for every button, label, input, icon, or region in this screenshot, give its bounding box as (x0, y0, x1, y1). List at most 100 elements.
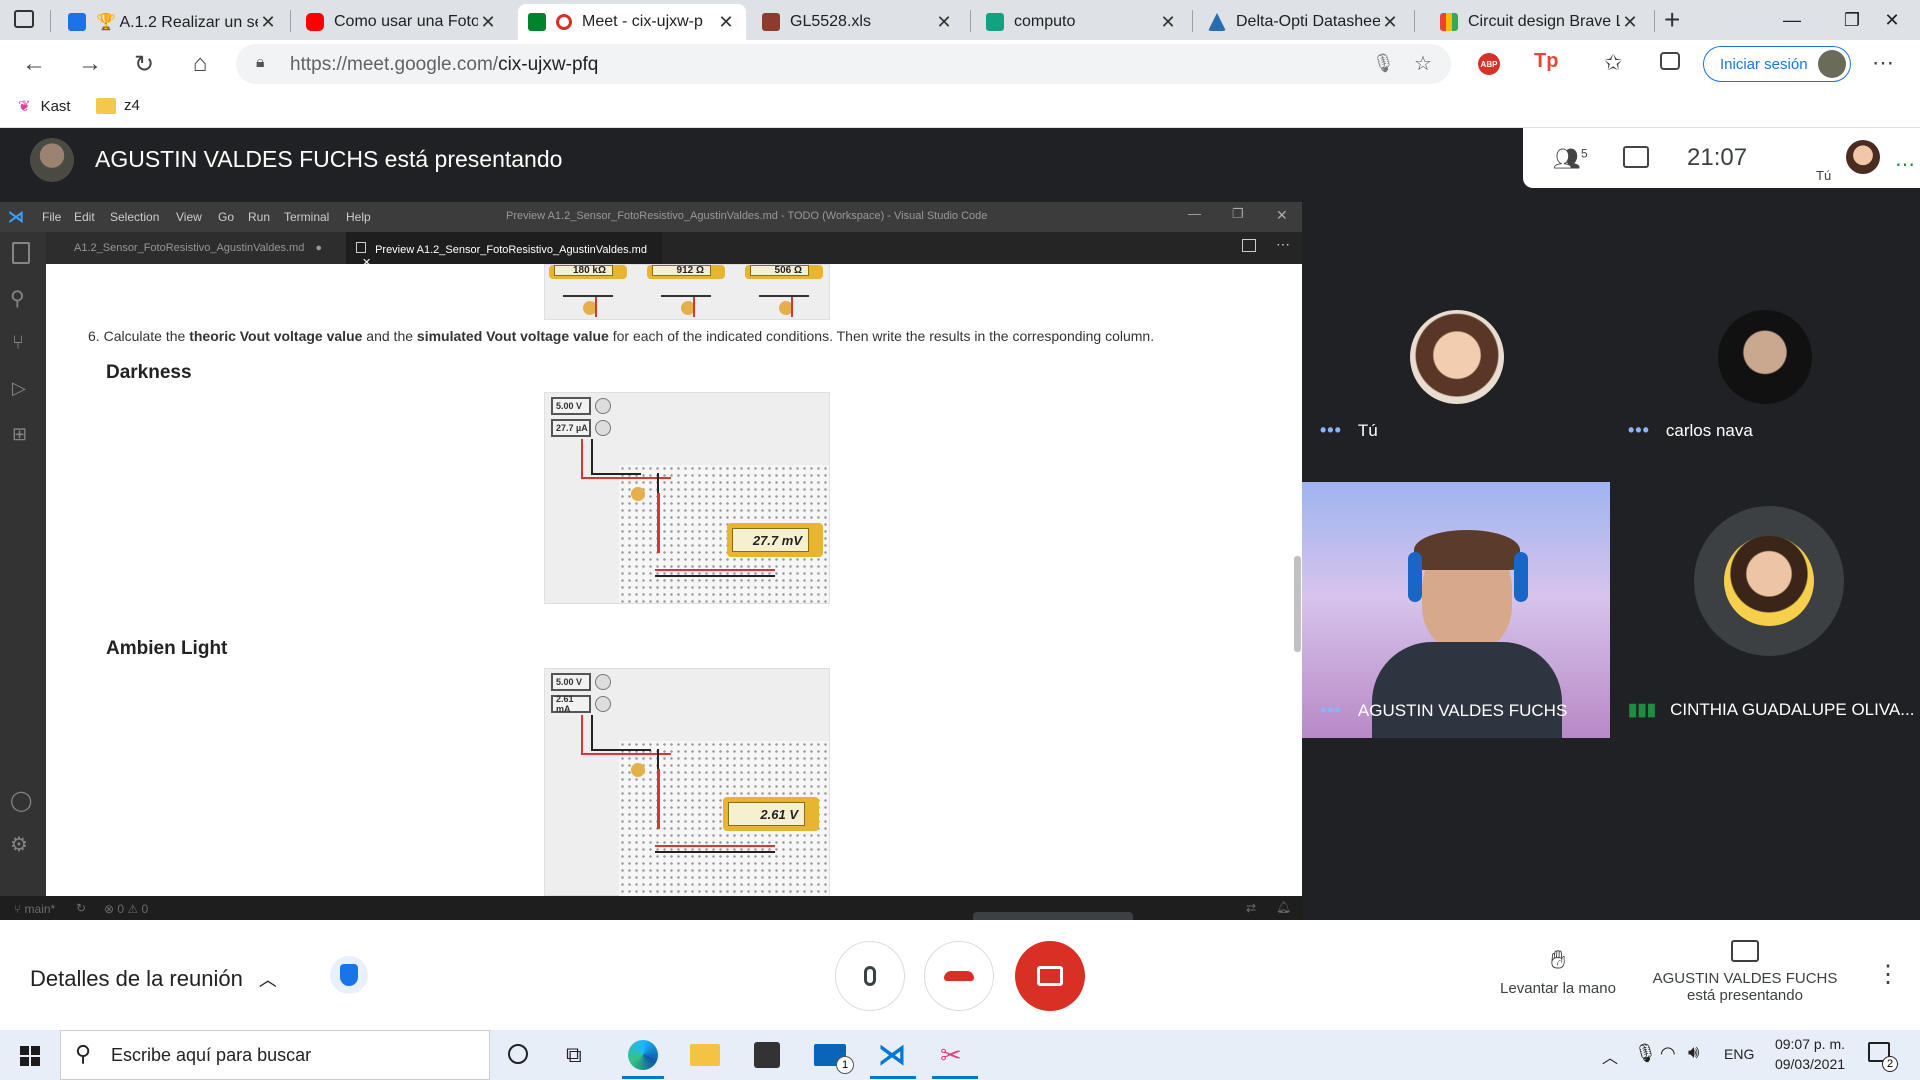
signin-button[interactable]: Iniciar sesión (1703, 46, 1851, 82)
participant-avatar-carlos (1718, 310, 1812, 404)
bookmark-folder-z4[interactable]: z4 (96, 97, 140, 114)
adblock-icon[interactable]: ABP (1478, 53, 1500, 75)
problems-status[interactable]: ⊗ 0 ⚠ 0 (104, 902, 148, 916)
browser-tab-active[interactable]: Meet - cix-ujxw-p ✕ (518, 4, 746, 40)
self-more-icon[interactable]: ⋯ (1895, 152, 1915, 177)
address-bar[interactable]: 🔒︎ https://meet.google.com/cix-ujxw-pfq … (236, 44, 1451, 84)
forward-icon[interactable]: → (72, 46, 108, 82)
browser-tab[interactable]: Como usar una Fotore ✕ (296, 4, 508, 40)
menu-view[interactable]: View (176, 210, 202, 224)
camera-button[interactable] (1015, 941, 1085, 1011)
volume-icon[interactable]: 🔊︎ (1688, 1042, 1699, 1063)
vscode-app-icon[interactable]: ⋊ (878, 1040, 908, 1070)
file-explorer-icon[interactable] (690, 1044, 720, 1066)
home-icon[interactable]: ⌂ (182, 46, 218, 82)
editor-tab-source[interactable]: A1.2_Sensor_FotoResistivo_AgustinValdes.… (46, 232, 346, 264)
wifi-icon[interactable]: ◠ (1660, 1043, 1676, 1064)
language-indicator[interactable]: ENG (1724, 1046, 1754, 1062)
menu-file[interactable]: File (42, 210, 61, 224)
chat-icon[interactable] (1623, 146, 1649, 168)
task-view-icon[interactable]: ⧉ (566, 1042, 582, 1068)
account-icon[interactable]: ◯ (10, 788, 32, 813)
notifications-bell-icon[interactable]: 🔔︎ (1276, 900, 1291, 914)
menu-help[interactable]: Help (346, 210, 371, 224)
collections-icon[interactable] (1660, 52, 1680, 70)
menu-edit[interactable]: Edit (74, 210, 95, 224)
editor-more-icon[interactable]: ⋯ (1276, 236, 1290, 253)
more-menu-icon[interactable]: ⋯ (1872, 50, 1894, 76)
close-tab-icon[interactable]: ✕ (716, 12, 736, 33)
vscode-logo-icon: ⋊ (8, 209, 24, 226)
vs-close-icon[interactable]: ✕ (1276, 207, 1288, 224)
more-options-icon[interactable]: ⋮ (1876, 960, 1900, 989)
search-icon: ⚲ (75, 1041, 92, 1066)
split-editor-icon[interactable] (1242, 239, 1256, 252)
browser-tab[interactable]: computo ✕ (976, 4, 1188, 40)
git-branch[interactable]: ⑂ main* (14, 902, 55, 916)
meeting-details-button[interactable]: Detalles de la reunión ︿ (30, 966, 277, 992)
minimize-icon[interactable]: — (1762, 0, 1822, 40)
editor-tab-preview[interactable]: Preview A1.2_Sensor_FotoResistivo_Agusti… (346, 232, 662, 269)
people-button[interactable]: 👥︎5 (1553, 146, 1588, 172)
run-debug-icon[interactable]: ▷ (12, 378, 26, 399)
extension-tp-icon[interactable]: Tp (1534, 50, 1558, 73)
browser-tab[interactable]: GL5528.xls ✕ (752, 4, 964, 40)
raise-hand-button[interactable]: ✋︎ Levantar la mano (1488, 944, 1628, 997)
edge-app-icon[interactable] (628, 1040, 658, 1070)
new-tab-icon[interactable]: + (1664, 4, 1680, 36)
favorites-icon[interactable]: ✩ (1604, 50, 1622, 76)
presenting-button[interactable]: AGUSTIN VALDES FUCHS está presentando (1640, 940, 1850, 1004)
meet-controls-bar: Detalles de la reunión ︿ ✋︎ Levantar la … (0, 920, 1920, 1030)
microphone-button[interactable] (835, 941, 905, 1011)
menu-go[interactable]: Go (218, 210, 234, 224)
browser-tab[interactable]: Delta-Opti Datasheet ✕ (1198, 4, 1410, 40)
source-control-icon[interactable]: ⑂ (12, 332, 24, 355)
participant-name-self: ••• Tú (1320, 420, 1378, 440)
remote-icon[interactable]: ⇄ (1246, 901, 1256, 915)
close-tab-icon[interactable]: ✕ (478, 12, 498, 33)
menu-terminal[interactable]: Terminal (284, 210, 329, 224)
menu-selection[interactable]: Selection (110, 210, 159, 224)
bookmark-kast[interactable]: ❦ Kast (18, 97, 71, 116)
preview-scrollbar[interactable] (1294, 556, 1301, 652)
participant-name-carlos: ••• carlos nava (1628, 420, 1753, 440)
sync-icon[interactable]: ↻ (76, 901, 86, 915)
extensions-icon[interactable]: ⊞ (12, 424, 27, 445)
close-tab-icon[interactable]: ✕ (934, 12, 954, 33)
tab-actions-icon[interactable] (14, 10, 34, 28)
settings-gear-icon[interactable]: ⚙ (10, 832, 28, 857)
section-heading-darkness: Darkness (106, 362, 192, 383)
reload-icon[interactable]: ↻ (126, 46, 162, 82)
self-avatar[interactable] (1846, 140, 1880, 174)
system-clock[interactable]: 09:07 p. m. 09/03/2021 (1770, 1036, 1850, 1072)
close-tab-icon[interactable]: ✕ (1620, 12, 1640, 33)
close-window-icon[interactable]: ✕ (1862, 0, 1920, 40)
microphone-icon[interactable]: 🎙︎ (1372, 53, 1395, 74)
vs-restore-icon[interactable]: ❐ (1232, 206, 1244, 222)
browser-tab[interactable]: 🏆 A.1.2 Realizar un se ✕ (58, 4, 288, 40)
supply-current-display: 27.7 µA (551, 419, 591, 437)
windows-start-icon[interactable] (20, 1046, 40, 1066)
menu-run[interactable]: Run (248, 210, 270, 224)
close-tab-icon[interactable]: ✕ (1158, 12, 1178, 33)
close-tab-icon[interactable]: ✕ (258, 12, 278, 33)
explorer-icon[interactable] (12, 242, 30, 264)
store-icon[interactable] (754, 1042, 780, 1068)
leave-call-button[interactable] (924, 941, 994, 1011)
close-tab-icon[interactable]: ✕ (1380, 12, 1400, 33)
browser-tab[interactable]: Circuit design Brave L ✕ (1430, 4, 1650, 40)
back-icon[interactable]: ← (16, 46, 52, 82)
security-shield-icon[interactable] (330, 956, 368, 994)
search-icon[interactable]: ⚲ (10, 286, 25, 311)
audio-dots-icon: ••• (1320, 700, 1342, 720)
spreadsheet-icon (762, 13, 780, 31)
hangup-icon (944, 971, 974, 981)
snip-tool-icon[interactable]: ✂ (940, 1040, 970, 1070)
taskbar-search[interactable]: ⚲ Escribe aquí para buscar (60, 1030, 490, 1080)
add-favorite-icon[interactable]: ☆ (1414, 51, 1432, 76)
vs-minimize-icon[interactable]: — (1188, 206, 1201, 221)
cortana-icon[interactable] (508, 1044, 528, 1064)
show-hidden-icons[interactable]: ︿ (1602, 1044, 1618, 1068)
mic-tray-icon[interactable]: 🎙︎ (1634, 1043, 1657, 1064)
participants-grid: ••• Tú ••• carlos nava ••• AGUSTIN VALDES F… (1302, 298, 1920, 812)
